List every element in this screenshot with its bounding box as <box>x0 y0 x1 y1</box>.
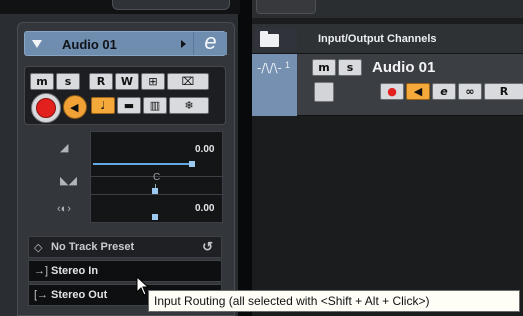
volume-fader-line[interactable] <box>93 163 195 165</box>
preset-icon: ◇ <box>34 242 43 254</box>
collapse-triangle-icon[interactable] <box>32 40 42 48</box>
pan-value[interactable]: C <box>153 172 160 183</box>
read-automation-button[interactable]: R <box>89 73 113 90</box>
time-base-button[interactable]: ▬ <box>117 97 141 114</box>
note-icon: ♩ <box>100 99 106 112</box>
delay-value[interactable]: 0.00 <box>195 203 214 214</box>
musical-time-base-button[interactable]: ♩ <box>91 97 115 114</box>
monitor-button[interactable]: ◀ <box>63 95 87 119</box>
output-icon: [→ <box>34 289 49 301</box>
track-preset-label: No Track Preset <box>51 241 135 253</box>
folder-button[interactable] <box>255 27 297 53</box>
pan-handle[interactable] <box>152 188 158 194</box>
track-mute-button[interactable]: m <box>312 59 336 76</box>
track-link-button[interactable]: ∞ <box>458 83 482 100</box>
speaker-icon: ◀ <box>413 85 423 98</box>
track-list: Input/Output Channels -/\/\- 1 m s Audio… <box>252 0 523 316</box>
input-routing-label: Stereo In <box>51 265 99 277</box>
pan-icon: ◣◢ <box>60 175 77 187</box>
volume-icon: ◢ <box>60 142 69 154</box>
fader-panel: 0.00 C 0.00 <box>90 131 224 223</box>
speaker-icon: ◀ <box>70 102 79 114</box>
divider <box>91 194 224 195</box>
track-record-button[interactable]: ● <box>380 83 404 100</box>
tracklist-top-tab[interactable] <box>256 0 316 14</box>
track-solo-button[interactable]: s <box>338 59 362 76</box>
solo-button[interactable]: s <box>56 73 80 90</box>
track-name[interactable]: Audio 01 <box>372 59 435 76</box>
input-routing-tooltip: Input Routing (all selected with <Shift … <box>148 290 520 312</box>
record-enable-button[interactable] <box>31 93 61 123</box>
delay-icon: ‹◐› <box>57 203 71 215</box>
bypass-inserts-button[interactable]: ⌧ <box>167 73 209 90</box>
track-color-strip: -/\/\- 1 <box>252 54 297 116</box>
track-monitor-button[interactable]: ◀ <box>406 83 430 100</box>
track-read-button[interactable]: R <box>484 83 523 100</box>
mute-button[interactable]: m <box>30 73 54 90</box>
freeze-button[interactable]: ❄ <box>169 97 209 114</box>
folder-track-header[interactable]: Input/Output Channels <box>252 24 523 54</box>
write-automation-button[interactable]: W <box>115 73 139 90</box>
time-base-icon: ▬ <box>123 99 135 112</box>
audio-track-row[interactable]: -/\/\- 1 m s Audio 01 ● ◀ e ∞ R <box>252 54 523 116</box>
volume-fader-handle[interactable] <box>189 161 195 167</box>
inspector-top-tab[interactable] <box>112 0 230 10</box>
reset-icon[interactable]: ↺ <box>202 239 213 255</box>
inspector-panel: Audio 01 e m s R W ⊞ ⌧ ◀ ♩ ▬ ▥ ❄ ◢ ◣◢ ‹◐… <box>0 0 240 316</box>
record-icon: ● <box>387 85 397 98</box>
volume-value[interactable]: 0.00 <box>195 144 214 155</box>
link-icon: ∞ <box>465 85 475 98</box>
inspector-track-name[interactable]: Audio 01 <box>62 37 117 52</box>
record-icon <box>36 98 56 118</box>
freeze-icon: ❄ <box>184 99 194 112</box>
inspector-track-header[interactable]: Audio 01 e <box>24 31 227 56</box>
edit-channel-settings-button[interactable]: e <box>193 31 227 55</box>
track-edit-button[interactable]: e <box>432 83 456 100</box>
lanes-display-button[interactable]: ▥ <box>143 97 167 114</box>
panel-divider[interactable] <box>240 0 252 316</box>
track-number: 1 <box>285 60 291 70</box>
output-routing-label: Stereo Out <box>51 289 108 301</box>
chevron-right-icon[interactable] <box>181 40 186 48</box>
track-preset-row[interactable]: ◇ No Track Preset ↺ <box>28 236 222 258</box>
lanes-button[interactable]: ⊞ <box>141 73 165 90</box>
lanes-icon: ▥ <box>149 99 161 112</box>
input-routing-row[interactable]: →] Stereo In <box>28 260 222 282</box>
audio-waveform-icon: -/\/\- <box>257 61 282 75</box>
input-icon: →] <box>34 265 49 277</box>
track-select-box[interactable] <box>314 82 334 102</box>
folder-icon <box>260 31 279 47</box>
folder-track-title: Input/Output Channels <box>318 33 437 45</box>
delay-handle[interactable] <box>152 214 158 220</box>
